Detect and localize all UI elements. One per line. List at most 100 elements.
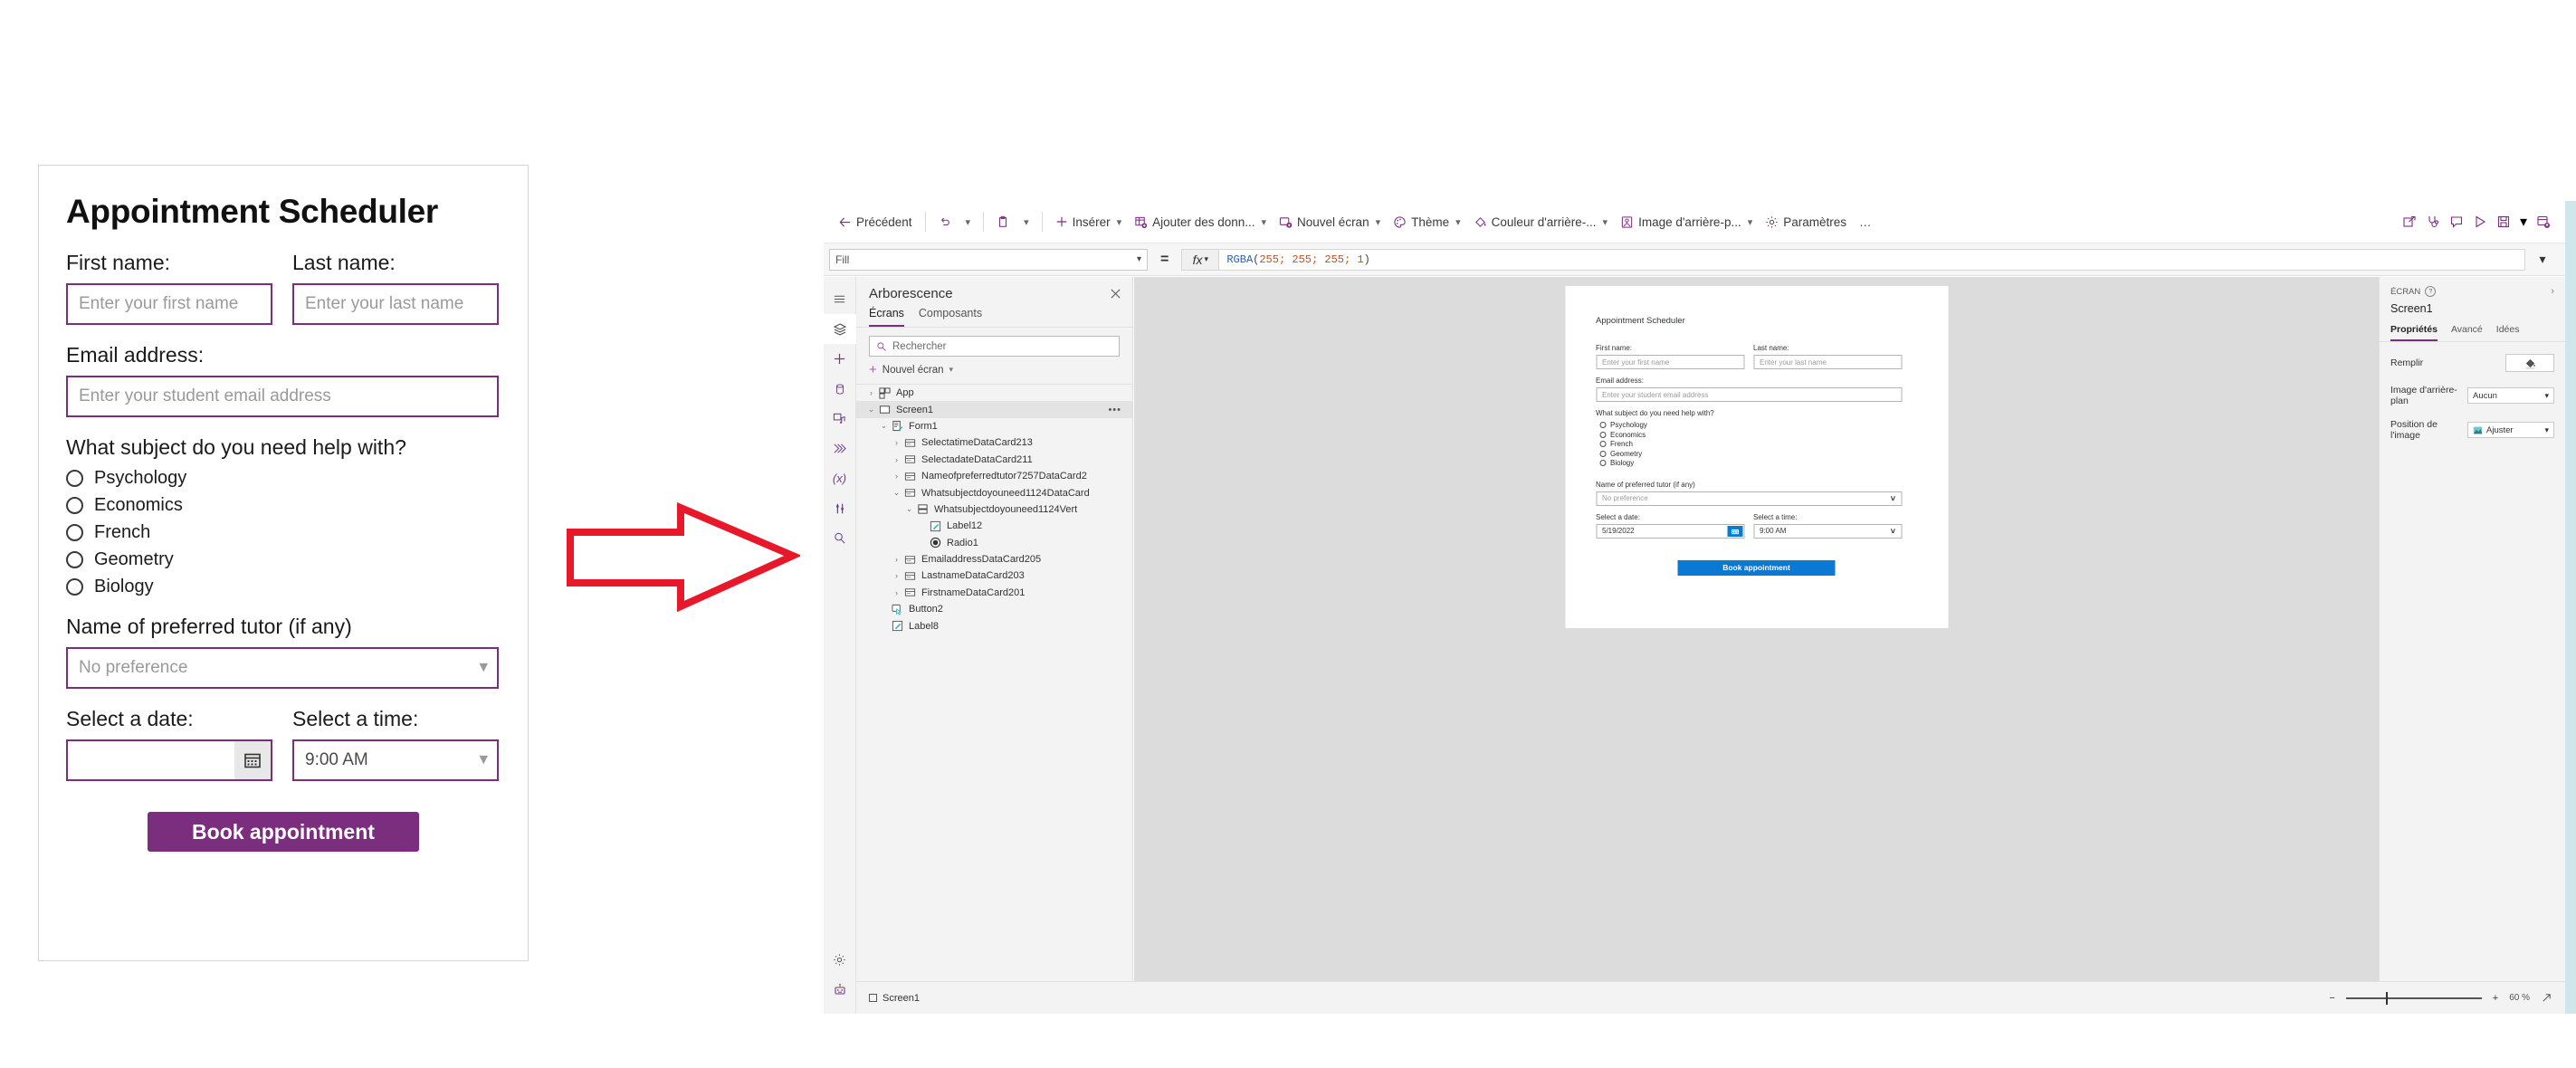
tab-avance[interactable]: Avancé: [2451, 324, 2483, 341]
background-color-button[interactable]: Couleur d'arrière-... ▾: [1468, 212, 1613, 233]
chevron-down-icon[interactable]: ⌄: [865, 405, 877, 415]
tree-node[interactable]: ⌄ Form1: [856, 418, 1132, 434]
collapse-panel-chevron[interactable]: ›: [2551, 286, 2554, 297]
paste-button[interactable]: [991, 212, 1015, 232]
time-select[interactable]: 9:00 AM: [292, 739, 499, 781]
save-icon[interactable]: [2496, 215, 2511, 229]
tree-node[interactable]: Button2: [856, 601, 1132, 617]
zoom-slider[interactable]: [2345, 991, 2482, 1005]
subject-radio-option[interactable]: Economics: [66, 495, 501, 516]
status-screen-indicator[interactable]: Screen1: [869, 993, 920, 1004]
formula-input[interactable]: RGBA(255; 255; 255; 1): [1219, 248, 2525, 271]
data-cylinder-icon[interactable]: [824, 374, 856, 404]
tutor-select[interactable]: No preference: [66, 647, 499, 689]
paste-dropdown[interactable]: ▾: [1016, 213, 1035, 232]
close-icon[interactable]: [1110, 288, 1121, 300]
background-image-select[interactable]: Aucun ▾: [2467, 387, 2554, 404]
first-name-input[interactable]: Enter your first name: [66, 283, 272, 325]
new-screen-tree-button[interactable]: + Nouvel écran ▾: [856, 357, 1132, 385]
chevron-right-icon[interactable]: ›: [891, 571, 902, 580]
preview-time-select[interactable]: 9:00 AM ˅: [1753, 523, 1902, 539]
tree-node[interactable]: › App: [856, 385, 1132, 401]
tab-proprietes[interactable]: Propriétés: [2390, 324, 2438, 341]
zoom-slider-thumb[interactable]: [2385, 991, 2388, 1005]
undo-dropdown[interactable]: ▾: [959, 213, 977, 232]
calendar-icon[interactable]: [234, 741, 271, 779]
tree-node[interactable]: › EmailaddressDataCard205: [856, 551, 1132, 567]
fx-button[interactable]: fx ▾: [1181, 248, 1220, 271]
preview-tutor-select[interactable]: No preference ˅: [1596, 491, 1902, 506]
book-appointment-button[interactable]: Book appointment: [148, 812, 419, 852]
chevron-right-icon[interactable]: ›: [865, 388, 877, 397]
preview-email-input[interactable]: Enter your student email address: [1596, 387, 1902, 402]
preview-play-icon[interactable]: [2473, 215, 2487, 229]
tree-node[interactable]: Label12: [856, 518, 1132, 534]
chevron-right-icon[interactable]: ›: [891, 438, 902, 447]
last-name-input[interactable]: Enter your last name: [292, 283, 499, 325]
zoom-out-button[interactable]: −: [2329, 993, 2334, 1004]
subject-radio-group[interactable]: Psychology Economics French Geometry Biology: [66, 468, 501, 597]
tree-view-icon[interactable]: [823, 314, 856, 344]
image-position-select[interactable]: Ajuster ▾: [2467, 422, 2554, 438]
tree-node[interactable]: ⌄ Whatsubjectdoyouneed1124DataCard: [856, 484, 1132, 501]
preview-subject-radio-option[interactable]: French: [1596, 440, 1917, 448]
subject-radio-option[interactable]: French: [66, 522, 501, 543]
share-icon[interactable]: [2402, 215, 2417, 229]
formula-expand-chevron[interactable]: ▾: [2525, 252, 2560, 267]
add-data-button[interactable]: Ajouter des donn... ▾: [1129, 212, 1272, 233]
tree-node[interactable]: Radio1: [856, 535, 1132, 551]
tree-node[interactable]: › LastnameDataCard203: [856, 567, 1132, 584]
calendar-icon[interactable]: [1727, 525, 1742, 537]
preview-last-name-input[interactable]: Enter your last name: [1753, 355, 1902, 369]
publish-icon[interactable]: [2536, 215, 2551, 229]
comments-icon[interactable]: [2449, 215, 2464, 229]
tree-node[interactable]: Label8: [856, 617, 1132, 634]
tree-node[interactable]: ⌄ Screen1 •••: [856, 401, 1132, 418]
tree-node[interactable]: › Nameofpreferredtutor7257DataCard2: [856, 468, 1132, 484]
chevron-down-icon[interactable]: ⌄: [891, 488, 902, 498]
subject-radio-option[interactable]: Psychology: [66, 468, 501, 489]
zoom-in-button[interactable]: +: [2493, 993, 2498, 1004]
new-screen-button[interactable]: Nouvel écran ▾: [1274, 212, 1386, 233]
power-automate-icon[interactable]: [824, 434, 856, 463]
preview-book-appointment-button[interactable]: Book appointment: [1677, 559, 1836, 576]
tree-node[interactable]: › FirstnameDataCard201: [856, 585, 1132, 601]
chevron-down-icon[interactable]: ⌄: [903, 504, 915, 514]
undo-button[interactable]: [933, 212, 957, 232]
preview-subject-radio-option[interactable]: Psychology: [1596, 421, 1917, 429]
app-screen-preview[interactable]: Appointment Scheduler First name: Enter …: [1565, 286, 1948, 628]
preview-subject-radio-option[interactable]: Economics: [1596, 431, 1917, 439]
tree-search-input[interactable]: Rechercher: [869, 336, 1120, 357]
preview-subject-radio-group[interactable]: Psychology Economics French Geometry Biology: [1596, 421, 1917, 467]
tab-composants[interactable]: Composants: [919, 307, 982, 327]
fill-color-button[interactable]: [2505, 354, 2554, 372]
property-selector[interactable]: Fill ▾: [829, 248, 1148, 271]
copilot-robot-icon[interactable]: [824, 975, 856, 1005]
tree-node[interactable]: › SelectatimeDataCard213: [856, 434, 1132, 451]
tree-node[interactable]: › SelectadateDataCard211: [856, 452, 1132, 468]
overflow-button[interactable]: …: [1854, 212, 1878, 233]
preview-subject-radio-option[interactable]: Geometry: [1596, 450, 1917, 458]
fullscreen-icon[interactable]: [2541, 992, 2552, 1004]
app-checker-icon[interactable]: [2426, 215, 2440, 229]
media-icon[interactable]: [824, 404, 856, 434]
preview-first-name-input[interactable]: Enter your first name: [1596, 355, 1744, 369]
variables-icon[interactable]: (x): [824, 463, 856, 493]
tab-idees[interactable]: Idées: [2496, 324, 2520, 341]
chevron-right-icon[interactable]: ›: [891, 455, 902, 464]
subject-radio-option[interactable]: Geometry: [66, 549, 501, 570]
chevron-right-icon[interactable]: ›: [891, 588, 902, 597]
theme-button[interactable]: Thème ▾: [1388, 212, 1466, 233]
tab-ecrans[interactable]: Écrans: [869, 307, 904, 327]
tools-icon[interactable]: [824, 493, 856, 523]
chevron-down-icon[interactable]: ⌄: [878, 421, 890, 431]
background-image-button[interactable]: Image d'arrière-p... ▾: [1615, 212, 1758, 233]
chevron-down-icon[interactable]: ▾: [2520, 213, 2527, 231]
insert-plus-icon[interactable]: [824, 344, 856, 374]
preview-subject-radio-option[interactable]: Biology: [1596, 459, 1917, 467]
preview-date-input[interactable]: 5/19/2022: [1596, 523, 1744, 539]
help-icon[interactable]: ?: [2425, 286, 2437, 297]
settings-button[interactable]: Paramètres: [1760, 212, 1852, 233]
hamburger-menu-icon[interactable]: [824, 284, 856, 314]
subject-radio-option[interactable]: Biology: [66, 577, 501, 597]
